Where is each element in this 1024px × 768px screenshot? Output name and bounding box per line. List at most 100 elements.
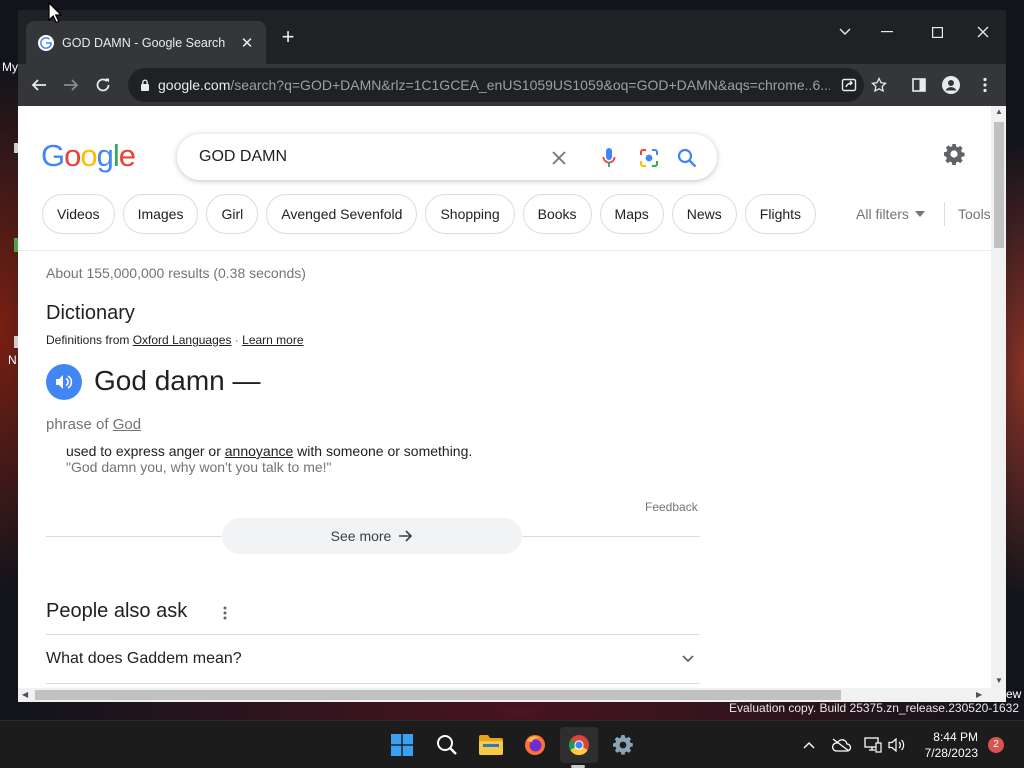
system-clock[interactable]: 8:44 PM 7/28/2023 [912, 729, 978, 761]
mic-icon [602, 148, 616, 167]
chip-flights[interactable]: Flights [744, 194, 817, 234]
firefox-button[interactable] [516, 727, 554, 763]
horizontal-scroll-thumb[interactable] [35, 690, 841, 700]
google-favicon-icon [38, 34, 54, 51]
source-separator: · [231, 333, 243, 347]
volume-button[interactable] [886, 735, 908, 755]
taskbar: 8:44 PM 7/28/2023 2 [0, 720, 1024, 768]
logo-letter: G [41, 138, 65, 173]
bookmark-button[interactable] [864, 70, 894, 100]
dictionary-word: God damn — [94, 365, 261, 396]
scroll-left-arrow-icon[interactable]: ◀ [22, 690, 28, 699]
desktop-icon-label[interactable]: My [2, 60, 18, 74]
desktop-icon-label[interactable]: ew [1006, 687, 1021, 701]
search-box[interactable] [177, 134, 717, 180]
chip-news[interactable]: News [671, 194, 737, 234]
search-icon [677, 148, 697, 168]
vertical-scroll-thumb[interactable] [994, 122, 1004, 248]
logo-letter: o [64, 138, 81, 173]
browser-tab[interactable]: GOD DAMN - Google Search ✕ [26, 21, 266, 64]
pronunciation-button[interactable] [46, 364, 82, 400]
browser-menu-button[interactable] [970, 70, 1000, 100]
back-arrow-icon [31, 79, 46, 91]
part-of-speech: phrase of God [46, 416, 141, 433]
all-filters-button[interactable]: All filters [856, 206, 925, 222]
lens-search-button[interactable] [637, 146, 661, 170]
firefox-icon [525, 735, 545, 755]
clear-search-button[interactable] [547, 146, 571, 170]
god-link[interactable]: God [113, 416, 141, 433]
tools-button[interactable]: Tools [958, 206, 991, 222]
side-panel-icon [912, 78, 926, 92]
forward-arrow-icon [64, 79, 79, 91]
chip-images[interactable]: Images [122, 194, 199, 234]
share-button[interactable] [834, 70, 864, 100]
chip-videos[interactable]: Videos [42, 194, 115, 234]
question-text: What does Gaddem mean? [46, 650, 242, 667]
cloud-off-icon [832, 738, 851, 752]
arrow-right-icon [399, 530, 413, 542]
close-icon [977, 26, 989, 38]
profile-button[interactable] [936, 70, 966, 100]
maximize-button[interactable] [918, 17, 956, 47]
close-icon [552, 151, 566, 165]
address-bar[interactable]: google.com/search?q=GOD+DAMN&rlz=1C1GCEA… [128, 68, 864, 102]
chrome-icon [568, 735, 589, 756]
chip-avenged-sevenfold[interactable]: Avenged Sevenfold [266, 194, 418, 234]
scroll-right-arrow-icon[interactable]: ▶ [976, 690, 982, 699]
usage-example: "God damn you, why won't you talk to me!… [66, 459, 332, 475]
clock-time: 8:44 PM [933, 730, 978, 744]
chrome-button[interactable] [560, 727, 598, 763]
chip-girl[interactable]: Girl [206, 194, 259, 234]
learn-more-link[interactable]: Learn more [242, 333, 303, 347]
minimize-button[interactable] [868, 17, 906, 47]
chip-books[interactable]: Books [522, 194, 592, 234]
start-button[interactable] [383, 727, 421, 763]
notification-badge[interactable]: 2 [988, 737, 1004, 753]
scroll-up-arrow-icon[interactable]: ▲ [995, 107, 1003, 116]
star-icon [871, 77, 887, 93]
url-path: /search?q=GOD+DAMN&rlz=1C1GCEA_enUS1059U… [230, 77, 830, 93]
question-row[interactable]: What does Gaddem mean? [46, 635, 700, 683]
taskbar-search-button[interactable] [428, 727, 466, 763]
dictionary-source: Definitions from Oxford Languages · Lear… [46, 333, 304, 347]
people-also-ask-menu-button[interactable] [217, 603, 233, 623]
network-button[interactable] [862, 735, 884, 755]
scroll-down-arrow-icon[interactable]: ▼ [995, 676, 1003, 685]
settings-button[interactable] [942, 142, 966, 171]
tab-strip: GOD DAMN - Google Search ✕ + [18, 10, 1006, 64]
see-more-button[interactable]: See more [222, 518, 522, 554]
show-hidden-icons-button[interactable] [798, 735, 820, 755]
new-tab-button[interactable]: + [276, 26, 300, 50]
tab-title: GOD DAMN - Google Search [62, 35, 226, 50]
source-prefix: Definitions from [46, 333, 130, 347]
onedrive-status-button[interactable] [830, 735, 852, 755]
back-button[interactable] [24, 70, 54, 100]
profile-icon [942, 76, 960, 94]
feedback-link[interactable]: Feedback [645, 500, 698, 514]
result-stats: About 155,000,000 results (0.38 seconds) [46, 265, 306, 281]
annoyance-link[interactable]: annoyance [225, 443, 294, 459]
close-window-button[interactable] [964, 17, 1002, 47]
desktop-icon-label[interactable]: N [8, 353, 17, 367]
vertical-scrollbar[interactable]: ▲ ▼ [991, 106, 1006, 688]
side-panel-button[interactable] [904, 70, 934, 100]
search-input[interactable] [199, 148, 529, 166]
google-logo[interactable]: Google [41, 138, 136, 174]
chip-shopping[interactable]: Shopping [425, 194, 515, 234]
voice-search-button[interactable] [597, 146, 621, 170]
file-explorer-button[interactable] [472, 727, 510, 763]
people-also-ask-heading: People also ask [46, 600, 188, 622]
settings-app-button[interactable] [604, 727, 642, 763]
reload-button[interactable] [88, 70, 118, 100]
chip-maps[interactable]: Maps [599, 194, 664, 234]
tab-close-button[interactable]: ✕ [238, 34, 256, 52]
search-button[interactable] [675, 146, 699, 170]
logo-letter: e [118, 138, 136, 173]
horizontal-scrollbar[interactable]: ◀ ▶ [18, 688, 1006, 702]
forward-button[interactable] [56, 70, 86, 100]
tab-search-button[interactable] [826, 17, 864, 47]
minimize-icon [881, 31, 893, 33]
oxford-languages-link[interactable]: Oxford Languages [133, 333, 232, 347]
browser-window: GOD DAMN - Google Search ✕ + google.com/… [18, 10, 1006, 702]
